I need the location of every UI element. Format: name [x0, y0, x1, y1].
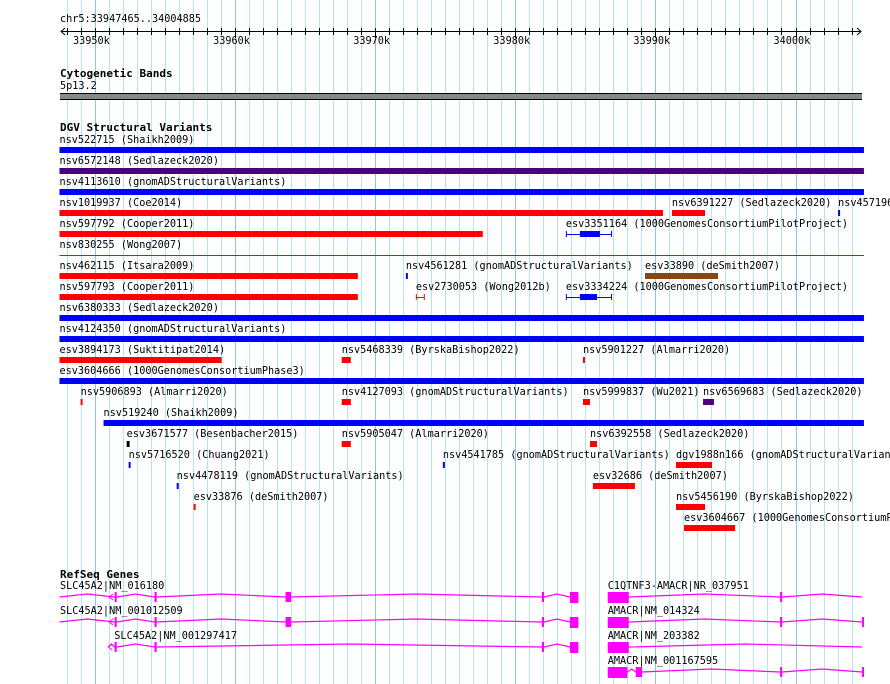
variant-bar[interactable]: [59, 210, 663, 216]
gene-exon[interactable]: [541, 617, 545, 627]
gene-exon[interactable]: [114, 642, 117, 652]
gene-label[interactable]: SLC45A2|NM_001297417: [114, 631, 237, 642]
gene-exon[interactable]: [780, 667, 783, 677]
gene-exon[interactable]: [780, 592, 783, 602]
variant-whisker[interactable]: [415, 294, 425, 300]
variant-bar[interactable]: [80, 399, 83, 405]
gene-label[interactable]: C1QTNF3-AMACR|NR_037951: [608, 581, 749, 592]
gene-exon[interactable]: [607, 592, 629, 603]
variant-bar[interactable]: [59, 294, 358, 300]
gene-intron-line[interactable]: [607, 668, 865, 673]
variant-bar[interactable]: [579, 294, 597, 300]
gene-exon[interactable]: [154, 592, 157, 602]
gene-label[interactable]: AMACR|NM_014324: [608, 606, 700, 617]
variant-bar[interactable]: [126, 441, 130, 447]
variant-bar[interactable]: [59, 147, 864, 153]
variant-bar[interactable]: [582, 357, 585, 363]
variant-bar[interactable]: [59, 336, 864, 342]
variant-bar[interactable]: [193, 504, 196, 510]
gene-label[interactable]: SLC45A2|NM_016180: [60, 581, 164, 592]
gene-label[interactable]: SLC45A2|NM_001012509: [60, 606, 183, 617]
variant-bar[interactable]: [703, 399, 714, 405]
variant-bar[interactable]: [341, 357, 351, 363]
gene-exon[interactable]: [569, 592, 579, 603]
gene-exon[interactable]: [636, 667, 643, 677]
variant-bar[interactable]: [675, 462, 713, 468]
gene-intron-line[interactable]: [607, 593, 863, 598]
gene-exon[interactable]: [569, 642, 579, 653]
gene-exon[interactable]: [541, 592, 545, 602]
variant-bar[interactable]: [442, 462, 445, 468]
variant-bar[interactable]: [582, 399, 590, 405]
gene-exon[interactable]: [154, 617, 157, 627]
gene-exon[interactable]: [541, 642, 545, 652]
strand-arrow-icon: [107, 643, 113, 651]
gene-exon[interactable]: [285, 592, 292, 602]
gene-exon[interactable]: [285, 617, 292, 627]
gene-exon[interactable]: [114, 592, 117, 602]
variant-bar[interactable]: [405, 273, 408, 279]
variant-bar[interactable]: [675, 504, 705, 510]
variant-bar[interactable]: [579, 231, 600, 237]
gene-intron-line[interactable]: [59, 618, 579, 623]
gene-exon[interactable]: [607, 642, 629, 653]
gene-exon[interactable]: [569, 617, 579, 628]
gene-exon[interactable]: [607, 667, 628, 678]
variant-bar[interactable]: [838, 210, 841, 216]
gene-intron-line[interactable]: [107, 643, 579, 648]
gene-label[interactable]: AMACR|NM_203382: [608, 631, 700, 642]
variant-bar[interactable]: [592, 483, 635, 489]
variant-bar[interactable]: [176, 483, 179, 489]
gene-label[interactable]: AMACR|NM_001167595: [608, 656, 718, 667]
variant-bar[interactable]: [589, 441, 597, 447]
variant-bar[interactable]: [683, 525, 736, 531]
gene-intron-line[interactable]: [59, 593, 579, 598]
gene-intron-line[interactable]: [607, 643, 863, 648]
gene-exon[interactable]: [862, 617, 865, 627]
variant-bar[interactable]: [341, 399, 351, 405]
variant-bar[interactable]: [128, 462, 131, 468]
gene-exon[interactable]: [114, 617, 117, 627]
gene-exon[interactable]: [780, 617, 783, 627]
variant-bar[interactable]: [59, 231, 483, 237]
variant-bar[interactable]: [59, 378, 864, 384]
gene-exon[interactable]: [607, 617, 629, 628]
variant-bar[interactable]: [645, 273, 719, 279]
variant-bar[interactable]: [59, 357, 222, 363]
variant-bar[interactable]: [59, 315, 864, 321]
gene-exon[interactable]: [154, 642, 157, 652]
gene-exon[interactable]: [862, 667, 865, 677]
variant-bar[interactable]: [59, 189, 864, 195]
gene-intron-line[interactable]: [607, 618, 865, 623]
variant-bar[interactable]: [59, 273, 358, 279]
variant-bar[interactable]: [59, 168, 864, 174]
variant-bar[interactable]: [103, 420, 864, 426]
variant-bar[interactable]: [341, 441, 351, 447]
variant-bar[interactable]: [671, 210, 705, 216]
